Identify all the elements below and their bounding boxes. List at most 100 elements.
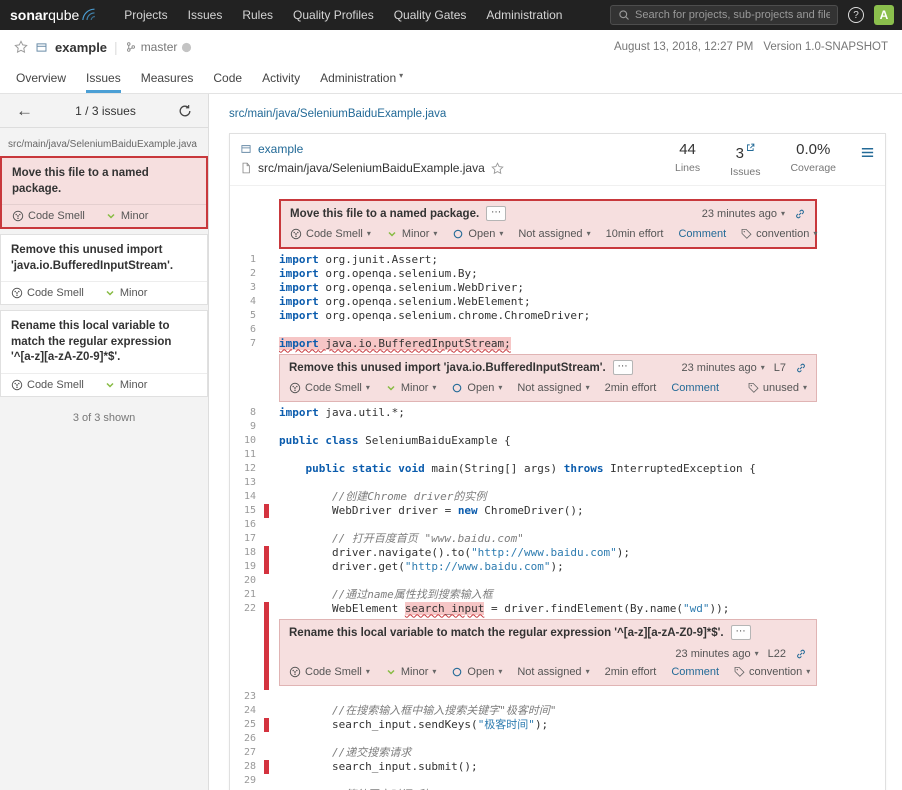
issue-more-actions-button[interactable]: ⋯ xyxy=(486,206,506,221)
line-number[interactable]: 1 xyxy=(230,253,264,267)
issue-changelog-dropdown[interactable]: 23 minutes ago▾ xyxy=(702,208,785,220)
issue-location[interactable]: search_input xyxy=(405,602,484,615)
permalink-icon[interactable] xyxy=(795,362,807,374)
issue-location[interactable]: import xyxy=(279,337,319,350)
line-number[interactable]: 14 xyxy=(230,490,264,504)
favorite-file-star-icon[interactable] xyxy=(491,162,504,175)
issue-status-dropdown[interactable]: Open▾ xyxy=(451,666,502,678)
line-number[interactable]: 20 xyxy=(230,574,264,588)
line-number[interactable]: 13 xyxy=(230,476,264,490)
nav-item-quality-profiles[interactable]: Quality Profiles xyxy=(283,0,384,30)
line-number[interactable]: 3 xyxy=(230,281,264,295)
issue-more-actions-button[interactable]: ⋯ xyxy=(613,360,633,375)
tab-overview[interactable]: Overview xyxy=(6,64,76,93)
user-avatar[interactable]: A xyxy=(874,5,894,25)
issue-type-dropdown[interactable]: Code Smell▾ xyxy=(290,228,371,240)
line-number[interactable]: 23 xyxy=(230,690,264,704)
issue-assignee-dropdown[interactable]: Not assigned▾ xyxy=(517,666,589,678)
issue-severity-dropdown[interactable]: Minor▾ xyxy=(385,382,437,394)
help-button[interactable]: ? xyxy=(848,7,864,23)
tab-activity[interactable]: Activity xyxy=(252,64,310,93)
issue-assignee-dropdown[interactable]: Not assigned▾ xyxy=(518,228,590,240)
inline-issue-title[interactable]: Rename this local variable to match the … xyxy=(289,625,724,641)
nav-item-administration[interactable]: Administration xyxy=(476,0,572,30)
issue-tags-dropdown[interactable]: unused▾ xyxy=(748,382,807,394)
issue-comment-button[interactable]: Comment xyxy=(678,228,726,240)
tab-code[interactable]: Code xyxy=(203,64,252,93)
line-number[interactable]: 18 xyxy=(230,546,264,560)
line-number[interactable]: 15 xyxy=(230,504,264,518)
line-number[interactable]: 28 xyxy=(230,760,264,774)
issue-changelog-dropdown[interactable]: 23 minutes ago▾ xyxy=(682,362,765,374)
branch-selector[interactable]: master xyxy=(125,40,193,54)
reload-button[interactable] xyxy=(178,104,192,118)
issue-assignee-dropdown[interactable]: Not assigned▾ xyxy=(517,382,589,394)
panel-menu-icon[interactable] xyxy=(860,145,875,160)
inline-issue-title[interactable]: Remove this unused import 'java.io.Buffe… xyxy=(289,360,606,376)
permalink-icon[interactable] xyxy=(794,208,806,220)
issue-changelog-dropdown[interactable]: 23 minutes ago▾ xyxy=(675,648,758,660)
file-stat-coverage[interactable]: 0.0%Coverage xyxy=(790,142,836,174)
line-number[interactable]: 8 xyxy=(230,406,264,420)
issue-severity-dropdown[interactable]: Minor▾ xyxy=(385,666,437,678)
line-number[interactable]: 6 xyxy=(230,323,264,337)
sonarqube-logo[interactable]: sonarqube xyxy=(0,7,114,23)
line-number[interactable]: 17 xyxy=(230,532,264,546)
line-number[interactable]: 19 xyxy=(230,560,264,574)
issue-card[interactable]: Remove this unused import 'java.io.Buffe… xyxy=(0,234,208,305)
issue-line-number[interactable]: L22 xyxy=(768,648,786,660)
tab-administration[interactable]: Administration▾ xyxy=(310,64,413,93)
back-button[interactable]: ← xyxy=(16,102,33,119)
nav-item-quality-gates[interactable]: Quality Gates xyxy=(384,0,477,30)
breadcrumb-file-link[interactable]: src/main/java/SeleniumBaiduExample.java xyxy=(229,108,446,120)
issue-comment-button[interactable]: Comment xyxy=(671,666,719,678)
line-number[interactable]: 25 xyxy=(230,718,264,732)
line-number[interactable]: 10 xyxy=(230,434,264,448)
permalink-icon[interactable] xyxy=(795,648,807,660)
issue-age-label: 23 minutes ago xyxy=(702,208,777,220)
file-stat-lines[interactable]: 44Lines xyxy=(675,142,700,174)
project-link[interactable]: example xyxy=(258,142,303,156)
issue-type-dropdown[interactable]: Code Smell▾ xyxy=(289,666,370,678)
nav-item-issues[interactable]: Issues xyxy=(178,0,233,30)
line-number[interactable]: 2 xyxy=(230,267,264,281)
line-number[interactable]: 9 xyxy=(230,420,264,434)
line-number[interactable]: 29 xyxy=(230,774,264,788)
issue-card[interactable]: Move this file to a named package.Code S… xyxy=(0,156,208,229)
tab-measures[interactable]: Measures xyxy=(131,64,204,93)
issue-card[interactable]: Rename this local variable to match the … xyxy=(0,310,208,397)
line-number[interactable]: 21 xyxy=(230,588,264,602)
inline-issue-box: Rename this local variable to match the … xyxy=(279,619,817,686)
stat-label: Coverage xyxy=(790,162,836,174)
line-number[interactable]: 12 xyxy=(230,462,264,476)
nav-item-projects[interactable]: Projects xyxy=(114,0,177,30)
file-stat-issues[interactable]: 3Issues xyxy=(730,142,760,178)
tab-issues[interactable]: Issues xyxy=(76,64,131,93)
issue-more-actions-button[interactable]: ⋯ xyxy=(731,625,751,640)
line-number[interactable]: 11 xyxy=(230,448,264,462)
external-link-icon[interactable] xyxy=(746,141,755,155)
issue-status-dropdown[interactable]: Open▾ xyxy=(451,382,502,394)
issue-status-dropdown[interactable]: Open▾ xyxy=(452,228,503,240)
issue-location[interactable]: java.io.BufferedInputStream; xyxy=(319,337,511,350)
line-number[interactable]: 22 xyxy=(230,602,264,616)
nav-item-rules[interactable]: Rules xyxy=(232,0,283,30)
global-search[interactable] xyxy=(610,5,838,25)
issue-line-number[interactable]: L7 xyxy=(774,362,786,374)
search-input[interactable] xyxy=(635,9,830,21)
issue-type-dropdown[interactable]: Code Smell▾ xyxy=(289,382,370,394)
issue-severity-dropdown[interactable]: Minor▾ xyxy=(386,228,438,240)
line-number[interactable]: 4 xyxy=(230,295,264,309)
line-number[interactable]: 27 xyxy=(230,746,264,760)
inline-issue-title[interactable]: Move this file to a named package. xyxy=(290,206,479,222)
line-number[interactable]: 24 xyxy=(230,704,264,718)
issue-tags-dropdown[interactable]: convention▾ xyxy=(734,666,810,678)
line-number[interactable]: 7 xyxy=(230,337,264,351)
line-number[interactable]: 26 xyxy=(230,732,264,746)
issue-comment-button[interactable]: Comment xyxy=(671,382,719,394)
line-number[interactable]: 5 xyxy=(230,309,264,323)
favorite-star-icon[interactable] xyxy=(14,40,28,54)
line-number[interactable]: 16 xyxy=(230,518,264,532)
project-name[interactable]: example xyxy=(55,40,107,55)
issue-tags-dropdown[interactable]: convention▾ xyxy=(741,228,817,240)
